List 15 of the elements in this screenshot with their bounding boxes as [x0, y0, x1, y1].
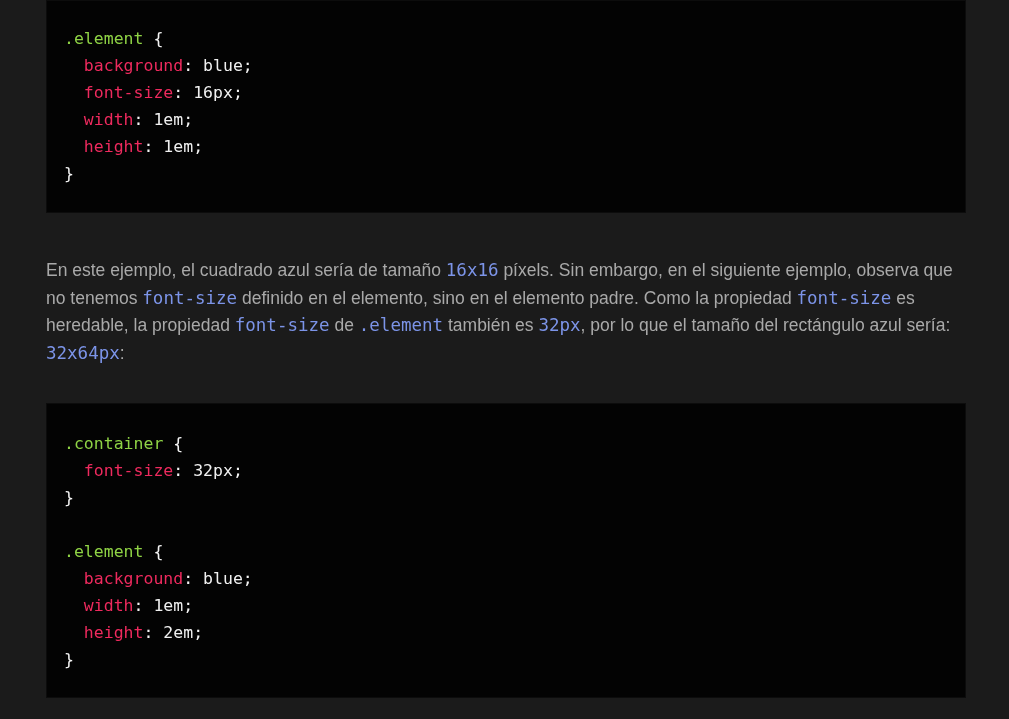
code-line: font-size: 16px;: [82, 82, 243, 104]
code-line: .element {: [64, 28, 164, 50]
code-line: width: 1em;: [82, 109, 194, 131]
code-line: }: [64, 649, 74, 671]
code-line: background: blue;: [82, 568, 253, 590]
code-line: height: 1em;: [82, 136, 204, 158]
code-line: height: 2em;: [82, 622, 204, 644]
paragraph: En este ejemplo, el cuadrado azul sería de tamaño 16x16 píxels. Sin embargo, en el siguiente ejemplo, observa que no tenemos font-size definido en el elemento, sino en el elemento padre. Como la propiedad font-size es heredable, la propiedad font-size de .element también es 32px, por lo que el tamaño del rectángulo azul sería: 32x64px:: [46, 259, 954, 365]
code-line: font-size: 32px;: [82, 460, 243, 482]
code-line: }: [64, 163, 74, 185]
code-line: width: 1em;: [82, 595, 194, 617]
code-line: .container {: [64, 433, 184, 455]
code-line: }: [64, 487, 74, 509]
code-line: background: blue;: [82, 55, 253, 77]
code-line: .element {: [64, 541, 164, 563]
